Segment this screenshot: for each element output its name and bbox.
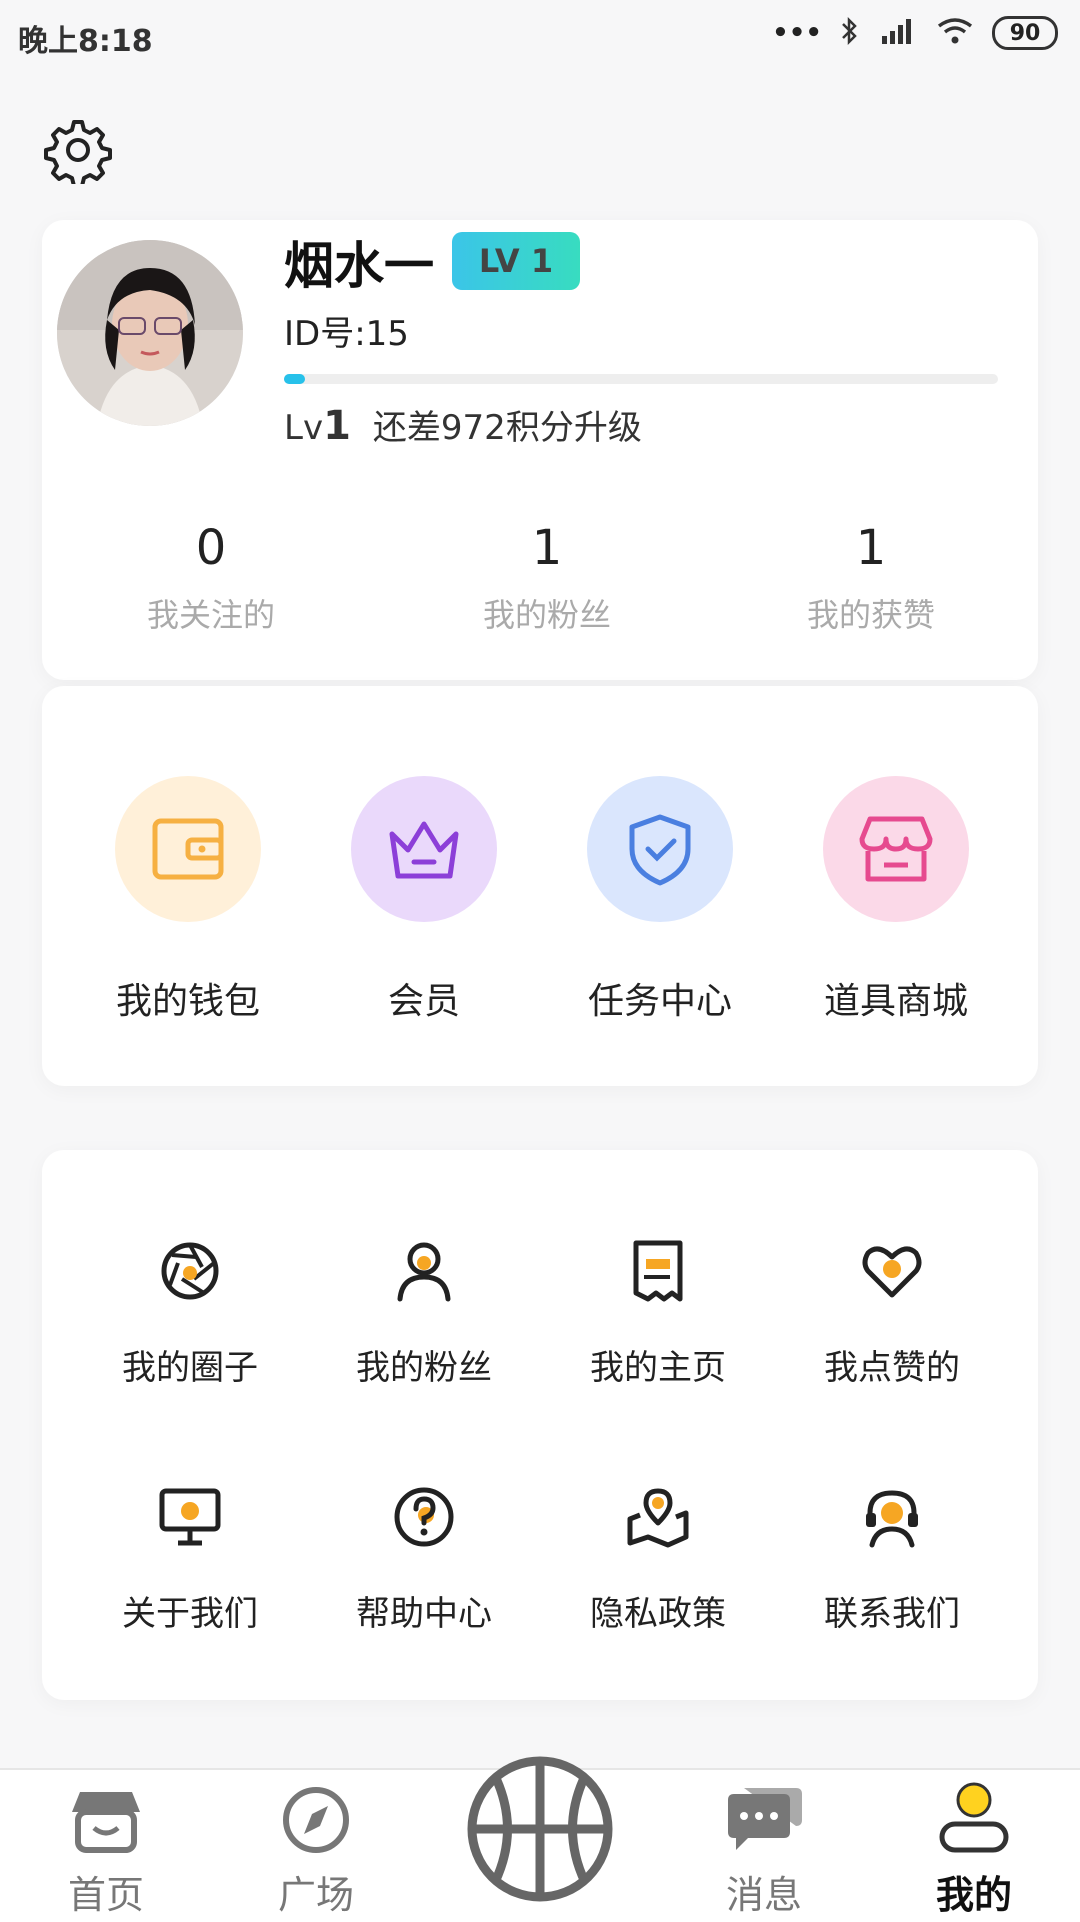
level-badge: LV 1 (452, 232, 580, 290)
menu-my-homepage[interactable]: 我的主页 (558, 1236, 758, 1389)
feature-label: 我的钱包 (115, 981, 260, 1022)
receipt-icon (623, 1236, 693, 1306)
stat-likes[interactable]: 1 我的获赞 (756, 520, 986, 636)
tab-label: 消息 (725, 1873, 802, 1917)
person-icon (389, 1236, 459, 1306)
menu-label: 我的主页 (590, 1348, 726, 1388)
level-progress-bar (284, 374, 998, 384)
stat-value: 1 (855, 520, 887, 576)
menu-my-circle[interactable]: 我的圈子 (90, 1236, 290, 1389)
tab-mine[interactable]: 我的 (894, 1770, 1054, 1922)
stat-value: 0 (195, 520, 227, 576)
aperture-icon (155, 1236, 225, 1306)
stat-value: 1 (531, 520, 563, 576)
avatar[interactable] (57, 240, 243, 426)
tab-basketball[interactable] (460, 1756, 620, 1922)
home-icon (72, 1792, 140, 1853)
headset-icon (857, 1482, 927, 1552)
wallet-icon (115, 776, 261, 922)
feature-wallet[interactable]: 我的钱包 (88, 776, 288, 1024)
menu-label: 联系我们 (824, 1594, 960, 1634)
stat-label: 我关注的 (146, 596, 275, 634)
level-info: Lv1 还差972积分升级 (284, 400, 642, 449)
status-time: 晚上8:18 (18, 24, 153, 59)
crown-icon (351, 776, 497, 922)
compass-icon (283, 1787, 349, 1853)
tab-messages[interactable]: 消息 (684, 1770, 844, 1922)
basketball-icon (467, 1756, 613, 1902)
shield-check-icon (587, 776, 733, 922)
feature-store[interactable]: 道具商城 (796, 776, 996, 1024)
chat-icon (728, 1788, 802, 1850)
feature-label: 道具商城 (823, 981, 968, 1022)
question-icon (389, 1482, 459, 1552)
stat-label: 我的获赞 (806, 596, 935, 634)
menu-contact-us[interactable]: 联系我们 (792, 1482, 992, 1635)
feature-task-center[interactable]: 任务中心 (560, 776, 760, 1024)
menu-label: 我的圈子 (122, 1348, 258, 1388)
store-icon (823, 776, 969, 922)
monitor-icon (155, 1482, 225, 1552)
menu-label: 关于我们 (122, 1594, 258, 1634)
menu-label: 我的粉丝 (356, 1348, 492, 1388)
menu-help-center[interactable]: 帮助中心 (324, 1482, 524, 1635)
stat-label: 我的粉丝 (482, 596, 611, 634)
user-id: ID号:15 (284, 314, 409, 354)
tab-square[interactable]: 广场 (236, 1770, 396, 1922)
tab-label: 广场 (277, 1873, 354, 1917)
heart-icon (857, 1236, 927, 1306)
more-dots-icon: ••• (772, 18, 822, 48)
user-icon (939, 1782, 1009, 1853)
stat-following[interactable]: 0 我关注的 (96, 520, 326, 636)
user-name: 烟水一 (284, 237, 434, 295)
menu-privacy-policy[interactable]: 隐私政策 (558, 1482, 758, 1635)
tab-label: 我的 (935, 1873, 1012, 1917)
bottom-tab-bar: 首页 广场 消息 我的 (0, 1756, 1080, 1922)
feature-label: 任务中心 (587, 981, 732, 1022)
menu-my-fans[interactable]: 我的粉丝 (324, 1236, 524, 1389)
tab-label: 首页 (67, 1873, 144, 1917)
battery-indicator: 90 (992, 16, 1058, 50)
level-number: 1 (323, 403, 351, 449)
level-progress-fill (284, 374, 306, 384)
feature-label: 会员 (387, 981, 460, 1022)
status-icons: ••• 90 (772, 16, 1058, 50)
menu-label: 我点赞的 (824, 1348, 960, 1388)
wifi-icon (936, 16, 974, 50)
status-bar: 晚上8:18 ••• 90 (0, 0, 1080, 72)
settings-gear-icon[interactable] (44, 116, 112, 188)
signal-icon (878, 16, 918, 50)
bluetooth-icon (840, 16, 860, 50)
stat-fans[interactable]: 1 我的粉丝 (432, 520, 662, 636)
upgrade-hint: 还差972积分升级 (372, 408, 642, 448)
menu-label: 帮助中心 (356, 1594, 492, 1634)
menu-about-us[interactable]: 关于我们 (90, 1482, 290, 1635)
location-map-icon (623, 1482, 693, 1552)
level-label: Lv (284, 408, 324, 448)
menu-my-likes[interactable]: 我点赞的 (792, 1236, 992, 1389)
tab-home[interactable]: 首页 (26, 1770, 186, 1922)
feature-membership[interactable]: 会员 (324, 776, 524, 1024)
menu-label: 隐私政策 (590, 1594, 726, 1634)
